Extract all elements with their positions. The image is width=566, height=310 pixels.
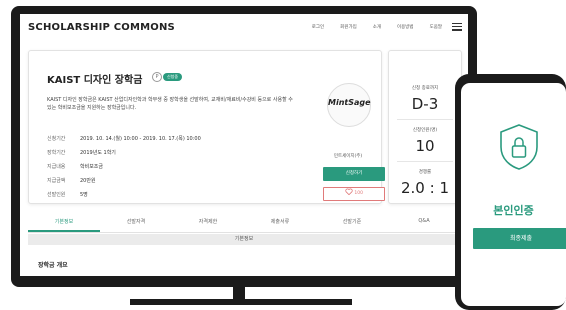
heart-icon — [345, 188, 353, 196]
detail-label: 지급금액 — [47, 178, 66, 184]
overview-heading: 장학금 개요 — [38, 262, 68, 269]
tab-documents[interactable]: 제출서류 — [244, 218, 316, 225]
hamburger-menu-icon[interactable] — [452, 23, 462, 31]
tab-qna[interactable]: Q&A — [388, 218, 460, 224]
status-badge: 신청중 — [163, 73, 183, 81]
like-button[interactable]: 100 — [323, 187, 385, 201]
detail-row-period: 신청기간 2019. 10. 14.(월) 10:00 - 2019. 10. 1… — [47, 135, 201, 142]
tab-basic-info[interactable]: 기본정보 — [28, 218, 100, 225]
stat-label-applicants: 신청인원(명) — [412, 128, 438, 133]
scholarship-title: KAIST 디자인 장학금 — [47, 75, 143, 86]
shield-lock-icon — [500, 124, 538, 170]
detail-row-amount: 지급금액 20만원 — [47, 177, 96, 184]
scholarship-description: KAIST 디자인 장학금은 KAIST 산업디자인학과 학부생 중 장학생을 … — [47, 97, 293, 111]
stat-divider — [397, 161, 453, 162]
smartphone: 본인인증 최종제출 — [455, 74, 566, 310]
detail-value: 5명 — [80, 192, 88, 198]
stat-label-dday: 신청 종료까지 — [411, 86, 439, 91]
active-tab-indicator — [28, 230, 100, 232]
nav-help[interactable]: 도움말 — [430, 24, 442, 30]
top-bar: SCHOLARSHIP COMMONS 로그인 회원가입 소개 이용방법 도움말 — [20, 14, 468, 42]
monitor-screen: SCHOLARSHIP COMMONS 로그인 회원가입 소개 이용방법 도움말… — [20, 14, 468, 276]
org-logo: MintSage — [327, 83, 371, 127]
detail-label: 선발인원 — [47, 192, 66, 198]
stat-divider — [397, 119, 453, 120]
site-brand[interactable]: SCHOLARSHIP COMMONS — [28, 22, 175, 33]
top-nav: 로그인 회원가입 소개 이용방법 도움말 — [296, 24, 442, 30]
nav-login[interactable]: 로그인 — [312, 24, 324, 30]
org-logo-text: MintSage — [328, 98, 371, 107]
apply-button[interactable]: 신청하기 — [323, 167, 385, 181]
stats-panel: 신청 종료까지 D-3 신청인원(명) 10 경쟁률 2.0 : 1 — [388, 50, 462, 204]
stat-value-ratio: 2.0 : 1 — [401, 179, 449, 197]
detail-row-content: 지급내용 학비보조금 — [47, 163, 103, 170]
monitor-base — [130, 299, 352, 305]
verification-title: 본인인증 — [493, 204, 534, 217]
detail-value: 20만원 — [80, 178, 96, 184]
detail-label: 지급내용 — [47, 164, 66, 170]
p-icon: P — [152, 72, 162, 82]
nav-about[interactable]: 소개 — [373, 24, 381, 30]
detail-value: 2019. 10. 14.(월) 10:00 - 2019. 10. 17.(목… — [80, 136, 201, 142]
detail-label: 장학기간 — [47, 150, 66, 156]
tab-criteria[interactable]: 선발기준 — [316, 218, 388, 225]
detail-value: 2019년도 1학기 — [80, 150, 116, 156]
detail-row-recipients: 선발인원 5명 — [47, 191, 88, 198]
stat-value-applicants: 10 — [415, 137, 435, 155]
detail-row-term: 장학기간 2019년도 1학기 — [47, 149, 116, 156]
stat-label-ratio: 경쟁률 — [418, 170, 432, 175]
desktop-monitor: SCHOLARSHIP COMMONS 로그인 회원가입 소개 이용방법 도움말… — [11, 6, 477, 287]
nav-howto[interactable]: 이용방법 — [397, 24, 414, 30]
scholarship-card: KAIST 디자인 장학금 P 신청중 KAIST 디자인 장학금은 KAIST… — [28, 50, 385, 204]
nav-signup[interactable]: 회원가입 — [340, 24, 357, 30]
phone-screen: 본인인증 최종제출 — [461, 83, 566, 306]
detail-label: 신청기간 — [47, 136, 66, 142]
like-count: 100 — [354, 191, 364, 196]
detail-value: 학비보조금 — [80, 164, 104, 170]
tab-eligibility[interactable]: 선발자격 — [100, 218, 172, 225]
tab-restrictions[interactable]: 자격제한 — [172, 218, 244, 225]
tab-bar: 기본정보 선발자격 자격제한 제출서류 선발기준 Q&A — [28, 218, 460, 233]
final-submit-button[interactable]: 최종제출 — [473, 228, 566, 249]
stat-value-dday: D-3 — [411, 95, 439, 113]
section-header: 기본정보 — [28, 234, 460, 245]
org-name: 민트세이지(주) — [333, 154, 363, 159]
